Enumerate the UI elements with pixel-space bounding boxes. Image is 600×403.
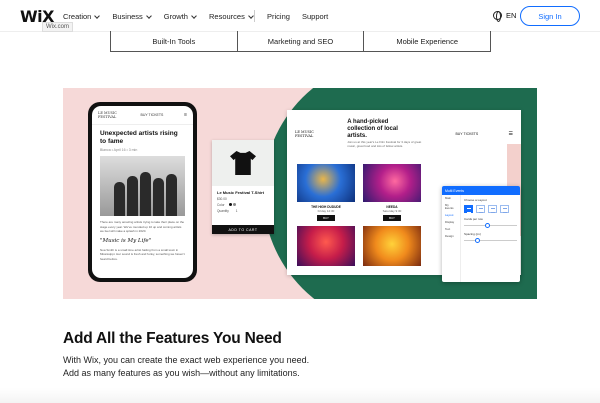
logo-tooltip: Wix.com — [42, 22, 73, 32]
panel-menu-item: My Events — [445, 203, 454, 210]
color-label: Color — [217, 203, 225, 207]
buy-button: BUY — [383, 215, 401, 221]
nav-business[interactable]: Business — [112, 12, 152, 21]
panel-menu: Main My Events Layout Display Text Desig… — [442, 195, 461, 282]
desktop-hero-text: A hand-picked collection of local artist… — [347, 119, 425, 148]
nav-business-label: Business — [112, 12, 143, 21]
tab-built-in-tools[interactable]: Built-In Tools — [111, 31, 238, 51]
cards-slider — [464, 223, 517, 228]
spacing-slider — [464, 238, 517, 243]
artist-card — [363, 226, 421, 266]
panel-content: Choose a Layout Cards per row Spacing (p… — [464, 198, 517, 247]
feature-illustration: LE MUSIC FESTIVAL BUY TICKETS ☰ Unexpect… — [63, 88, 537, 299]
artist-card: NEEDA Saturday 9:30 BUY — [363, 164, 421, 226]
feature-tabs: Built-In Tools Marketing and SEO Mobile … — [110, 31, 491, 52]
nav-divider — [254, 10, 255, 22]
panel-title: Multi Events — [442, 186, 520, 195]
product-quantity: Quantity 1 — [212, 208, 274, 214]
globe-icon — [493, 11, 502, 22]
description-line-1: With Wix, you can create the exact web e… — [63, 355, 310, 365]
buy-button: BUY — [317, 215, 335, 221]
description-line-2: Add as many features as you wish—without… — [63, 368, 300, 378]
nav-resources-label: Resources — [208, 12, 245, 21]
panel-menu-item: Design — [445, 234, 454, 238]
panel-menu-item: Display — [445, 220, 455, 224]
tab-marketing-seo[interactable]: Marketing and SEO — [238, 31, 365, 51]
chevron-down-icon — [191, 12, 197, 19]
list-layout-icon — [476, 205, 485, 213]
panel-menu-item: Layout — [445, 213, 454, 217]
panel-menu-item: Text — [445, 227, 451, 231]
settings-panel: Multi Events Main My Events Layout Displ… — [442, 186, 520, 282]
desktop-logo: LE MUSIC FESTIVAL — [295, 129, 314, 138]
layout-options — [464, 205, 517, 213]
sign-in-button[interactable]: Sign In — [520, 6, 580, 26]
section-heading: Add All the Features You Need — [63, 330, 282, 347]
add-to-cart-button: ADD TO CART — [212, 225, 274, 234]
artist-date: Friday 12:30 — [317, 209, 335, 213]
artist-grid: THE HIGH DUDUDE Friday 12:30 BUY NEEDA S… — [297, 164, 421, 266]
color-swatch-icon — [233, 203, 237, 206]
product-card: Le Music Festival T-Shirt $30.00 Color Q… — [212, 140, 274, 234]
phone-article-text: There are many amazing artists trying to… — [100, 220, 185, 233]
phone-logo: LE MUSIC FESTIVAL — [98, 111, 117, 119]
phone-article-title: Unexpected artists rising to fame — [100, 130, 178, 145]
artist-card — [297, 226, 355, 266]
language-label: EN — [506, 11, 517, 20]
panel-menu-item: Main — [445, 196, 452, 200]
nav-creation[interactable]: Creation — [63, 12, 101, 21]
tshirt-icon — [230, 151, 256, 175]
section-description: With Wix, you can create the exact web e… — [63, 354, 363, 380]
desktop-buy-tickets: BUY TICKETS — [455, 131, 479, 136]
desktop-title: A hand-picked collection of local artist… — [347, 119, 398, 139]
product-image — [212, 140, 274, 186]
nav-growth[interactable]: Growth — [163, 12, 197, 21]
layout-label: Choose a Layout — [464, 198, 487, 202]
artist-image — [363, 164, 421, 202]
nav-pricing[interactable]: Pricing — [267, 12, 290, 21]
artist-image — [297, 164, 355, 202]
menu-icon: ☰ — [183, 113, 187, 117]
list-layout-icon — [488, 205, 497, 213]
desktop-subtitle: Join us at this year's Le Film Festival … — [347, 140, 422, 148]
nav-resources[interactable]: Resources — [208, 12, 254, 21]
quantity-value: 1 — [235, 209, 238, 213]
phone-header: LE MUSIC FESTIVAL BUY TICKETS ☰ — [92, 106, 193, 125]
artist-image — [297, 226, 355, 266]
artist-card: THE HIGH DUDUDE Friday 12:30 BUY — [297, 164, 355, 226]
phone-mockup: LE MUSIC FESTIVAL BUY TICKETS ☰ Unexpect… — [88, 102, 197, 282]
language-selector[interactable]: EN — [493, 11, 517, 22]
phone-article-meta: Bianca • April 16 • 3 min — [100, 148, 138, 152]
menu-icon: ☰ — [508, 130, 513, 137]
phone-quote: "Music is My Life" — [100, 237, 152, 244]
artist-date: Saturday 9:30 — [382, 209, 402, 213]
spacing-label: Spacing (px) — [464, 232, 481, 236]
page-bottom-edge — [0, 388, 600, 403]
color-swatch-icon — [228, 203, 232, 206]
chevron-down-icon — [94, 12, 101, 19]
phone-buy-tickets: BUY TICKETS — [140, 113, 164, 117]
nav-creation-label: Creation — [63, 12, 92, 21]
quantity-label: Quantity — [217, 209, 229, 213]
chevron-down-icon — [248, 12, 254, 19]
phone-article-text-2: Noa Smith is a small time artist hailing… — [100, 247, 185, 261]
product-name: Le Music Festival T-Shirt — [217, 190, 264, 195]
nav-growth-label: Growth — [163, 12, 188, 21]
tab-mobile-experience[interactable]: Mobile Experience — [364, 31, 490, 51]
nav-support[interactable]: Support — [302, 12, 328, 21]
cards-per-row-label: Cards per row — [464, 217, 483, 221]
artist-image — [363, 226, 421, 266]
grid-layout-icon — [500, 205, 509, 213]
grid-layout-icon — [464, 205, 473, 213]
chevron-down-icon — [145, 12, 152, 19]
main-nav: Creation Business Growth Resources — [63, 12, 266, 21]
phone-screen: LE MUSIC FESTIVAL BUY TICKETS ☰ Unexpect… — [92, 106, 193, 278]
band-photo — [100, 156, 185, 216]
desktop-header: LE MUSIC FESTIVAL A hand-picked collecti… — [287, 110, 521, 148]
top-navbar: WiX Wix.com Creation Business Growth Res… — [0, 0, 600, 32]
